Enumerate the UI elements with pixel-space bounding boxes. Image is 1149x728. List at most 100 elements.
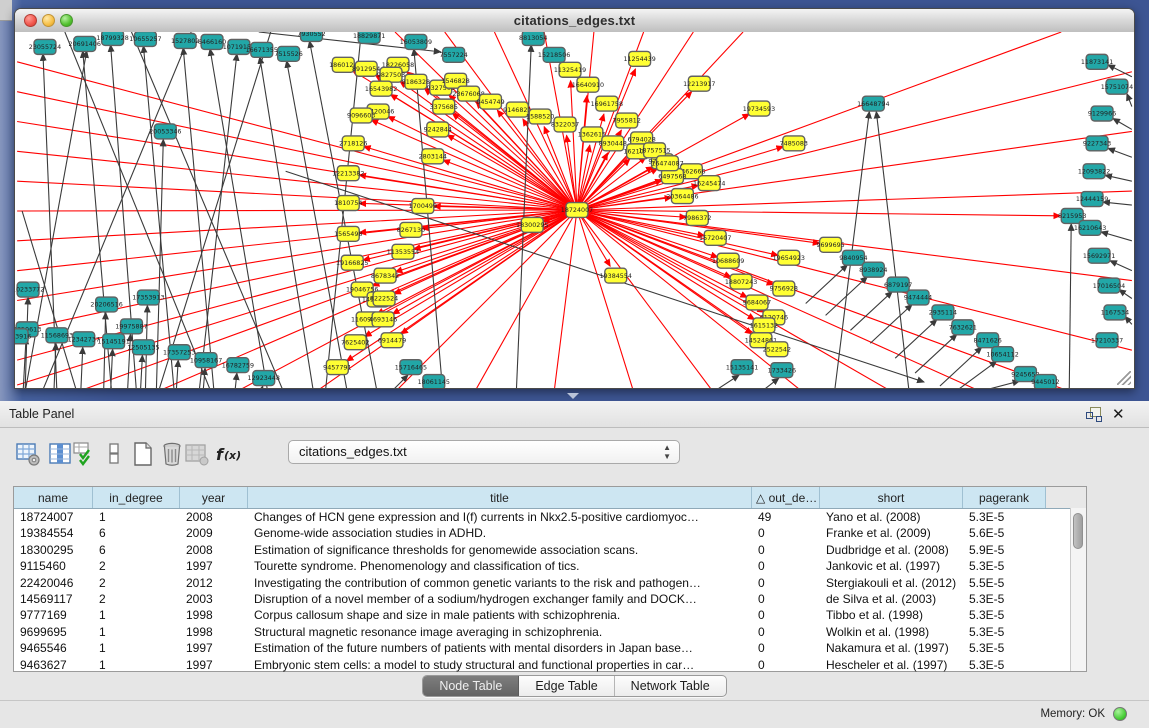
graph-node[interactable]: 7955812: [613, 113, 641, 128]
table-settings-icon[interactable]: [15, 441, 41, 467]
graph-node[interactable]: 11873141: [1081, 54, 1113, 69]
table-cell[interactable]: 9777169: [14, 607, 93, 623]
table-cell[interactable]: Tibbo et al. (1998): [820, 607, 963, 623]
table-cell[interactable]: 0: [752, 525, 820, 541]
graph-node[interactable]: 16053809: [400, 34, 432, 49]
graph-node[interactable]: 16648794: [857, 96, 889, 111]
graph-node[interactable]: 2522542: [763, 342, 791, 357]
table-cell[interactable]: 2: [93, 591, 180, 607]
tab-node-table[interactable]: Node Table: [423, 676, 519, 696]
graph-node[interactable]: 18300295: [516, 217, 548, 232]
graph-node[interactable]: 17210337: [1091, 333, 1123, 348]
graph-node[interactable]: 1700499: [409, 199, 437, 214]
graph-node[interactable]: 8222524: [370, 291, 398, 306]
table-cell[interactable]: Corpus callosum shape and size in male p…: [248, 607, 752, 623]
table-cell[interactable]: Hescheler et al. (1997): [820, 657, 963, 673]
close-panel-icon[interactable]: ✕: [1112, 405, 1125, 423]
table-cell[interactable]: 1998: [180, 607, 248, 623]
table-cell[interactable]: 5.9E-5: [963, 542, 1046, 558]
graph-node[interactable]: 20053346: [149, 124, 181, 139]
table-cell[interactable]: Nakamura et al. (1997): [820, 640, 963, 656]
graph-node[interactable]: 16474087: [651, 156, 683, 171]
table-cell[interactable]: 0: [752, 542, 820, 558]
table-cell[interactable]: Dudbridge et al. (2008): [820, 542, 963, 558]
graph-node[interactable]: 15692971: [1083, 248, 1115, 263]
graph-node[interactable]: 10655257: [129, 32, 161, 46]
table-cell[interactable]: 18724007: [14, 509, 93, 525]
graph-node[interactable]: 11325419: [554, 62, 586, 77]
graph-node[interactable]: 12923448: [248, 371, 280, 386]
column-icon[interactable]: [101, 441, 127, 467]
graph-node[interactable]: 12444159: [1076, 192, 1108, 207]
graph-node[interactable]: 3375685: [430, 99, 458, 114]
graph-node[interactable]: 15751074: [1101, 79, 1133, 94]
graph-node[interactable]: 10958167: [190, 353, 222, 368]
graph-node[interactable]: 12213917: [683, 76, 715, 91]
table-row[interactable]: 911546021997Tourette syndrome. Phenomeno…: [14, 558, 1086, 574]
graph-node[interactable]: 1167534: [1101, 305, 1129, 320]
table-columns-icon[interactable]: [47, 441, 73, 467]
graph-node[interactable]: 23055724: [29, 39, 61, 54]
table-cell[interactable]: 0: [752, 558, 820, 574]
window-titlebar[interactable]: citations_edges.txt: [15, 9, 1134, 33]
table-row[interactable]: 946554611997Estimation of the future num…: [14, 640, 1086, 656]
graph-node[interactable]: 1527802: [171, 33, 199, 48]
graph-node[interactable]: 17016504: [1093, 278, 1125, 293]
graph-node[interactable]: 8322037: [551, 117, 579, 132]
table-cell[interactable]: 9463627: [14, 657, 93, 673]
table-cell[interactable]: 2: [93, 575, 180, 591]
table-cell[interactable]: Yano et al. (2008): [820, 509, 963, 525]
graph-node[interactable]: 9227343: [1083, 136, 1111, 151]
new-document-icon[interactable]: [130, 441, 156, 467]
vertical-scrollbar[interactable]: [1070, 508, 1086, 671]
graph-node[interactable]: 18724007: [561, 203, 593, 218]
table-row[interactable]: 1938455462009Genome-wide association stu…: [14, 525, 1086, 541]
graph-node[interactable]: 11254439: [623, 51, 655, 66]
table-cell[interactable]: Estimation of the future numbers of pati…: [248, 640, 752, 656]
graph-node[interactable]: 16782759: [222, 358, 254, 373]
table-cell[interactable]: Changes of HCN gene expression and I(f) …: [248, 509, 752, 525]
table-row[interactable]: 1830029562008Estimation of significance …: [14, 542, 1086, 558]
panel-divider-grip[interactable]: [567, 393, 579, 399]
graph-node[interactable]: 1565498: [334, 226, 362, 241]
graph-node[interactable]: 15720407: [699, 230, 731, 245]
table-select-dropdown[interactable]: citations_edges.txt ▲▼: [288, 440, 680, 464]
table-cell[interactable]: 22420046: [14, 575, 93, 591]
table-cell[interactable]: 0: [752, 624, 820, 640]
table-cell[interactable]: 0: [752, 657, 820, 673]
graph-node[interactable]: 16671355: [246, 42, 278, 57]
graph-node[interactable]: 8267130: [397, 222, 425, 237]
float-panel-icon[interactable]: [1086, 407, 1101, 421]
table-cell[interactable]: 2012: [180, 575, 248, 591]
table-cell[interactable]: 5.3E-5: [963, 607, 1046, 623]
table-cell[interactable]: Estimation of significance thresholds fo…: [248, 542, 752, 558]
scrollbar-thumb[interactable]: [1073, 513, 1083, 549]
graph-node[interactable]: 17353913: [132, 290, 164, 305]
table-cell[interactable]: Tourette syndrome. Phenomenology and cla…: [248, 558, 752, 574]
table-cell[interactable]: 5.3E-5: [963, 591, 1046, 607]
tab-edge-table[interactable]: Edge Table: [519, 676, 614, 696]
table-cell[interactable]: Genome-wide association studies in ADHD.: [248, 525, 752, 541]
table-cell[interactable]: Structural magnetic resonance image aver…: [248, 624, 752, 640]
graph-node[interactable]: 8938924: [859, 262, 887, 277]
table-cell[interactable]: Investigating the contribution of common…: [248, 575, 752, 591]
table-cell[interactable]: 9465546: [14, 640, 93, 656]
graph-node[interactable]: 1810754: [334, 196, 362, 211]
graph-node[interactable]: 11353554: [387, 244, 419, 259]
graph-node[interactable]: 18807243: [725, 274, 757, 289]
graph-node[interactable]: 8813054: [519, 32, 547, 45]
graph-node[interactable]: 9699695: [816, 237, 844, 252]
table-cell[interactable]: 9115460: [14, 558, 93, 574]
delete-table-icon[interactable]: [184, 441, 210, 467]
table-cell[interactable]: 1: [93, 607, 180, 623]
graph-node[interactable]: 15135141: [726, 360, 758, 375]
graph-node[interactable]: 16245474: [693, 176, 725, 191]
table-cell[interactable]: 5.6E-5: [963, 525, 1046, 541]
table-cell[interactable]: 1997: [180, 558, 248, 574]
column-header-name[interactable]: name: [14, 487, 93, 508]
table-cell[interactable]: 1: [93, 624, 180, 640]
table-cell[interactable]: 5.5E-5: [963, 575, 1046, 591]
graph-node[interactable]: 6914479: [378, 333, 406, 348]
table-cell[interactable]: 1998: [180, 624, 248, 640]
graph-node[interactable]: 16961758: [591, 96, 623, 111]
